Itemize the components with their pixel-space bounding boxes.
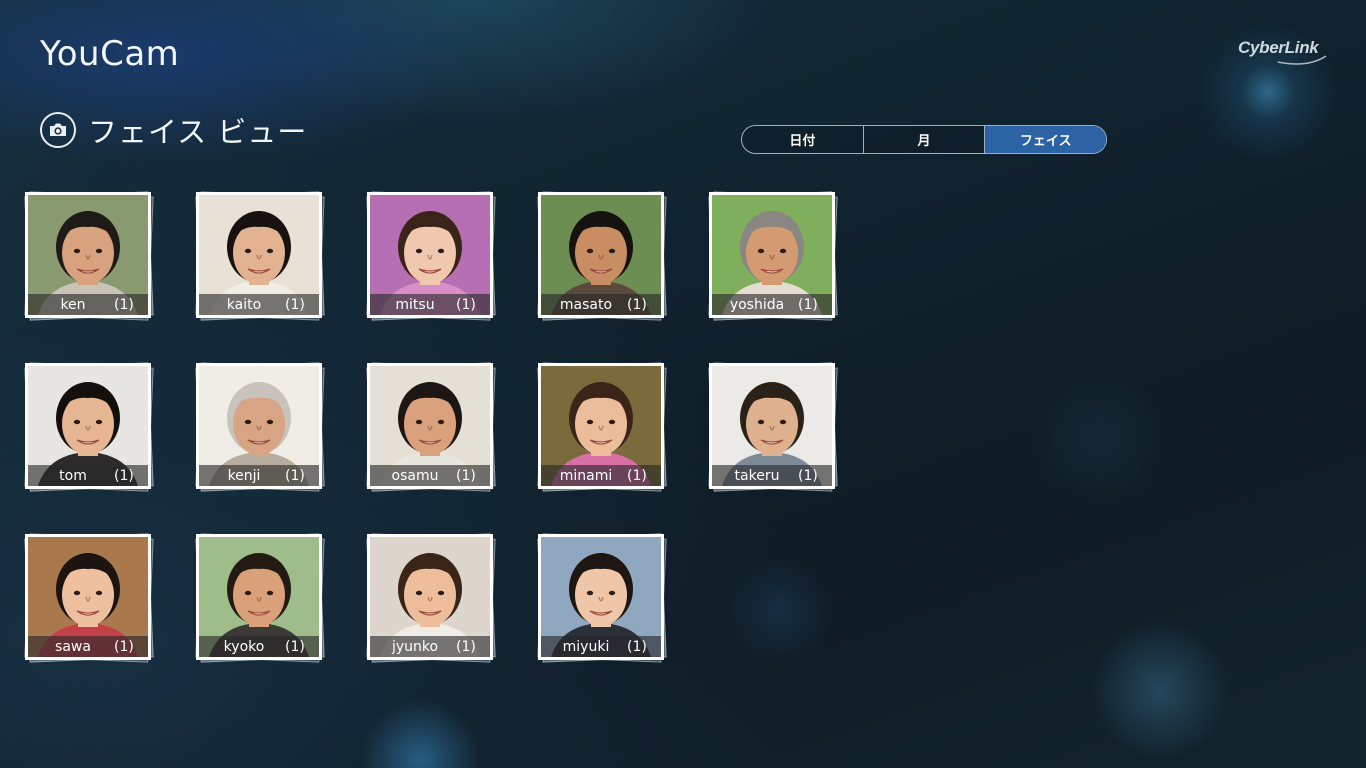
face-name: masato <box>559 296 613 313</box>
face-photo-count: (1) <box>456 638 476 655</box>
face-thumbnail: kaito (1) <box>196 192 322 318</box>
face-photo-count: (1) <box>285 467 305 484</box>
face-thumbnail: minami (1) <box>538 363 664 489</box>
face-thumbnail: osamu (1) <box>367 363 493 489</box>
face-card[interactable]: kenji (1) <box>196 363 322 489</box>
face-label: sawa (1) <box>28 636 148 657</box>
face-name: miyuki <box>562 638 610 655</box>
face-name: takeru <box>734 467 780 484</box>
tab-date[interactable]: 日付 <box>742 126 864 153</box>
camera-icon <box>40 112 76 148</box>
face-card[interactable]: masato (1) <box>538 192 664 318</box>
face-label: takeru (1) <box>712 465 832 486</box>
face-name: kenji <box>227 467 261 484</box>
logo-swoosh-icon <box>1277 55 1327 65</box>
section-title: フェイス ビュー <box>88 115 308 149</box>
face-label: kenji (1) <box>199 465 319 486</box>
view-mode-tabs: 日付 月 フェイス <box>741 125 1107 154</box>
face-card[interactable]: tom (1) <box>25 363 151 489</box>
face-thumbnail: tom (1) <box>25 363 151 489</box>
face-label: kyoko (1) <box>199 636 319 657</box>
face-photo-count: (1) <box>285 638 305 655</box>
face-label: tom (1) <box>28 465 148 486</box>
face-card[interactable]: takeru (1) <box>709 363 835 489</box>
cyberlink-logo: CyberLink <box>1238 38 1328 68</box>
face-name: jyunko <box>391 638 439 655</box>
face-photo-count: (1) <box>798 296 818 313</box>
face-label: masato (1) <box>541 294 661 315</box>
face-card[interactable]: sawa (1) <box>25 534 151 660</box>
face-thumbnail: takeru (1) <box>709 363 835 489</box>
face-name: kaito <box>226 296 262 313</box>
face-label: mitsu (1) <box>370 294 490 315</box>
face-name: mitsu <box>395 296 435 313</box>
face-label: kaito (1) <box>199 294 319 315</box>
app-title: YouCam <box>40 34 180 74</box>
face-name: minami <box>559 467 613 484</box>
face-photo-count: (1) <box>114 296 134 313</box>
face-photo-count: (1) <box>285 296 305 313</box>
face-photo-count: (1) <box>627 467 647 484</box>
face-label: ken (1) <box>28 294 148 315</box>
face-name: sawa <box>55 638 91 655</box>
face-thumbnail: mitsu (1) <box>367 192 493 318</box>
face-thumbnail: jyunko (1) <box>367 534 493 660</box>
face-label: yoshida (1) <box>712 294 832 315</box>
face-name: kyoko <box>223 638 265 655</box>
face-name: ken <box>60 296 86 313</box>
face-thumbnail: masato (1) <box>538 192 664 318</box>
face-card[interactable]: jyunko (1) <box>367 534 493 660</box>
face-card[interactable]: ken (1) <box>25 192 151 318</box>
face-label: osamu (1) <box>370 465 490 486</box>
face-thumbnail: miyuki (1) <box>538 534 664 660</box>
face-card[interactable]: osamu (1) <box>367 363 493 489</box>
face-card[interactable]: miyuki (1) <box>538 534 664 660</box>
face-label: miyuki (1) <box>541 636 661 657</box>
face-name: tom <box>59 467 87 484</box>
face-card[interactable]: yoshida (1) <box>709 192 835 318</box>
face-card[interactable]: mitsu (1) <box>367 192 493 318</box>
face-thumbnail: kenji (1) <box>196 363 322 489</box>
face-thumbnail: kyoko (1) <box>196 534 322 660</box>
face-photo-count: (1) <box>456 467 476 484</box>
face-card[interactable]: kyoko (1) <box>196 534 322 660</box>
section-header: フェイス ビュー <box>40 110 307 150</box>
face-photo-count: (1) <box>456 296 476 313</box>
face-photo-count: (1) <box>114 638 134 655</box>
face-name: yoshida <box>729 296 785 313</box>
face-label: minami (1) <box>541 465 661 486</box>
face-thumbnail: ken (1) <box>25 192 151 318</box>
tab-face[interactable]: フェイス <box>985 126 1106 153</box>
face-photo-count: (1) <box>627 638 647 655</box>
face-card[interactable]: minami (1) <box>538 363 664 489</box>
face-thumbnail: yoshida (1) <box>709 192 835 318</box>
face-thumbnail: sawa (1) <box>25 534 151 660</box>
face-card[interactable]: kaito (1) <box>196 192 322 318</box>
face-label: jyunko (1) <box>370 636 490 657</box>
tab-month[interactable]: 月 <box>864 126 986 153</box>
face-photo-count: (1) <box>627 296 647 313</box>
face-photo-count: (1) <box>114 467 134 484</box>
face-photo-count: (1) <box>798 467 818 484</box>
face-name: osamu <box>391 467 439 484</box>
